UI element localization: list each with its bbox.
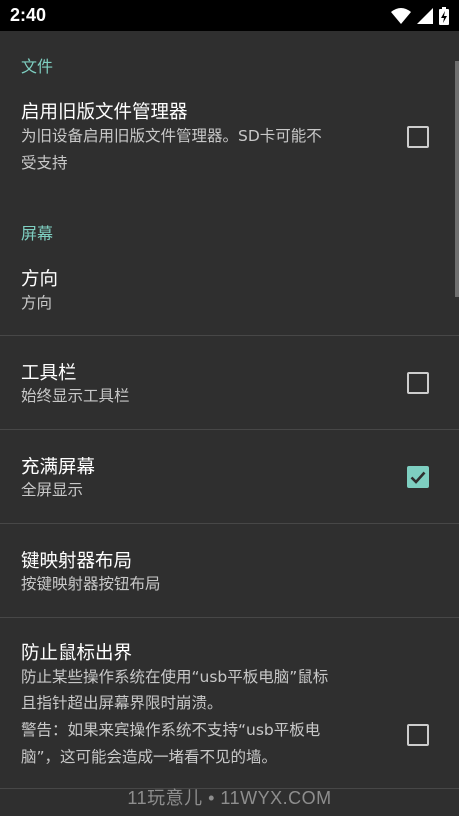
pref-keymapper-layout[interactable]: 键映射器布局 按键映射器按钮布局 — [0, 524, 459, 617]
check-icon — [407, 466, 429, 488]
settings-list[interactable]: 文件 启用旧版文件管理器 为旧设备启用旧版文件管理器。SD卡可能不 受支持 屏幕… — [0, 31, 459, 816]
pref-orientation[interactable]: 方向 方向 — [0, 255, 459, 335]
pref-summary: 方向 — [21, 294, 53, 312]
pref-summary: 按键映射器按钮布局 — [21, 575, 161, 593]
section-header-screen: 屏幕 — [21, 224, 54, 243]
pref-fullscreen[interactable]: 充满屏幕 全屏显示 — [0, 430, 459, 523]
pref-title: 工具栏 — [21, 363, 77, 384]
pref-prevent-mouse-exit[interactable]: 防止鼠标出界 防止某些操作系统在使用“usb平板电脑”鼠标 且指针超出屏幕界限时… — [0, 618, 459, 788]
pref-title: 键映射器布局 — [21, 551, 133, 572]
pref-summary-line-2: 受支持 — [21, 154, 68, 172]
battery-icon — [439, 7, 449, 25]
pref-summary-line-2: 且指针超出屏幕界限时崩溃。 — [21, 694, 223, 712]
status-bar: 2:40 — [0, 0, 459, 31]
status-time: 2:40 — [10, 5, 47, 25]
pref-title: 防止鼠标出界 — [21, 643, 133, 664]
prevent-mouse-exit-checkbox[interactable] — [407, 724, 429, 746]
fullscreen-checkbox[interactable] — [407, 466, 429, 488]
pref-summary-line-1: 防止某些操作系统在使用“usb平板电脑”鼠标 — [21, 668, 329, 686]
watermark: 11玩意儿 • 11WYX.COM — [127, 788, 332, 808]
signal-icon — [417, 8, 433, 24]
toolbar-checkbox[interactable] — [407, 372, 429, 394]
pref-title: 启用旧版文件管理器 — [21, 102, 188, 123]
pref-toolbar[interactable]: 工具栏 始终显示工具栏 — [0, 336, 459, 429]
scrollbar[interactable] — [455, 61, 459, 297]
wifi-icon — [391, 8, 411, 24]
legacy-file-manager-checkbox[interactable] — [407, 126, 429, 148]
pref-title: 方向 — [21, 269, 59, 290]
pref-summary: 全屏显示 — [21, 481, 84, 499]
pref-summary-line-3: 警告：如果来宾操作系统不支持“usb平板电 — [21, 721, 321, 739]
pref-summary: 始终显示工具栏 — [21, 387, 130, 405]
status-icons — [391, 6, 449, 26]
section-header-files: 文件 — [21, 57, 54, 76]
pref-summary-line-4: 脑”，这可能会造成一堵看不见的墙。 — [21, 748, 278, 766]
pref-title: 充满屏幕 — [21, 457, 96, 478]
pref-legacy-file-manager[interactable]: 启用旧版文件管理器 为旧设备启用旧版文件管理器。SD卡可能不 受支持 — [0, 89, 459, 189]
pref-summary-line-1: 为旧设备启用旧版文件管理器。SD卡可能不 — [21, 127, 322, 145]
